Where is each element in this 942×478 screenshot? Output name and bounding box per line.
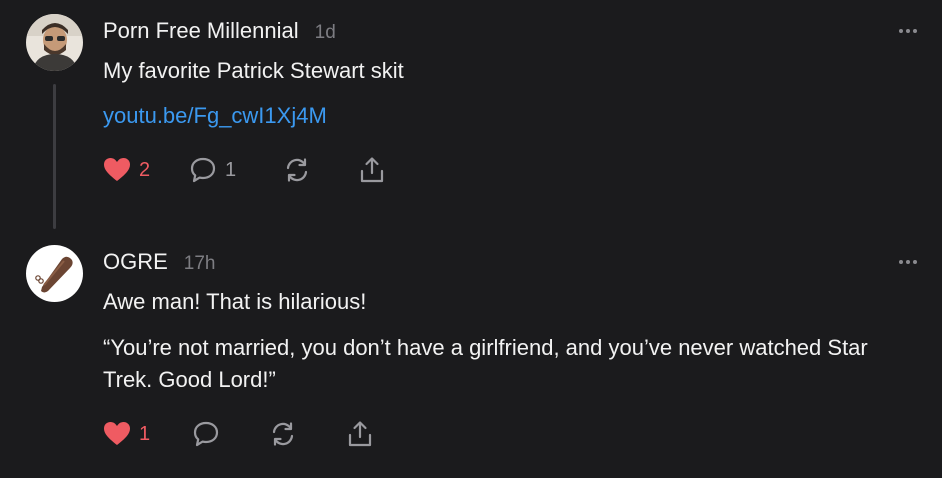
restack-button[interactable]: [269, 419, 297, 449]
like-button[interactable]: 1: [103, 419, 150, 449]
restack-arrows-icon: [283, 156, 311, 184]
reply-count: 1: [225, 158, 237, 181]
thread-line: [53, 84, 56, 229]
comment: OGRE 17h Awe man! That is hilarious! “Yo…: [0, 232, 942, 478]
comment-bubble-icon: [189, 156, 217, 184]
share-button[interactable]: [346, 419, 374, 449]
like-count: 1: [139, 422, 151, 445]
video-link[interactable]: youtu.be/Fg_cwI1Xj4M: [103, 103, 327, 129]
comment-bubble-icon: [192, 420, 220, 448]
comment-header: OGRE 17h: [103, 249, 216, 275]
more-dots-icon[interactable]: [898, 26, 918, 36]
author-name[interactable]: OGRE: [103, 249, 168, 275]
author-name[interactable]: Porn Free Millennial: [103, 18, 299, 44]
reply-button[interactable]: 1: [189, 155, 236, 185]
comment-text: Awe man! That is hilarious!: [103, 289, 367, 314]
heart-icon: [103, 157, 131, 183]
restack-button[interactable]: [283, 155, 311, 185]
share-button[interactable]: [358, 155, 386, 185]
comment-text: My favorite Patrick Stewart skit: [103, 58, 404, 83]
share-upload-icon: [358, 156, 386, 184]
timestamp[interactable]: 1d: [315, 22, 336, 44]
like-button[interactable]: 2: [103, 155, 150, 185]
like-count: 2: [139, 158, 151, 181]
restack-arrows-icon: [269, 420, 297, 448]
timestamp[interactable]: 17h: [184, 253, 216, 275]
reply-button[interactable]: [192, 419, 220, 449]
comment-quote: “You’re not married, you don’t have a gi…: [103, 335, 868, 392]
comment: Porn Free Millennial 1d My favorite Patr…: [0, 0, 942, 232]
comment-header: Porn Free Millennial 1d: [103, 18, 336, 44]
share-upload-icon: [346, 420, 374, 448]
heart-icon: [103, 421, 131, 447]
avatar[interactable]: [26, 245, 83, 302]
comment-thread: Porn Free Millennial 1d My favorite Patr…: [0, 0, 942, 478]
avatar[interactable]: [26, 14, 83, 71]
more-dots-icon[interactable]: [898, 257, 918, 267]
